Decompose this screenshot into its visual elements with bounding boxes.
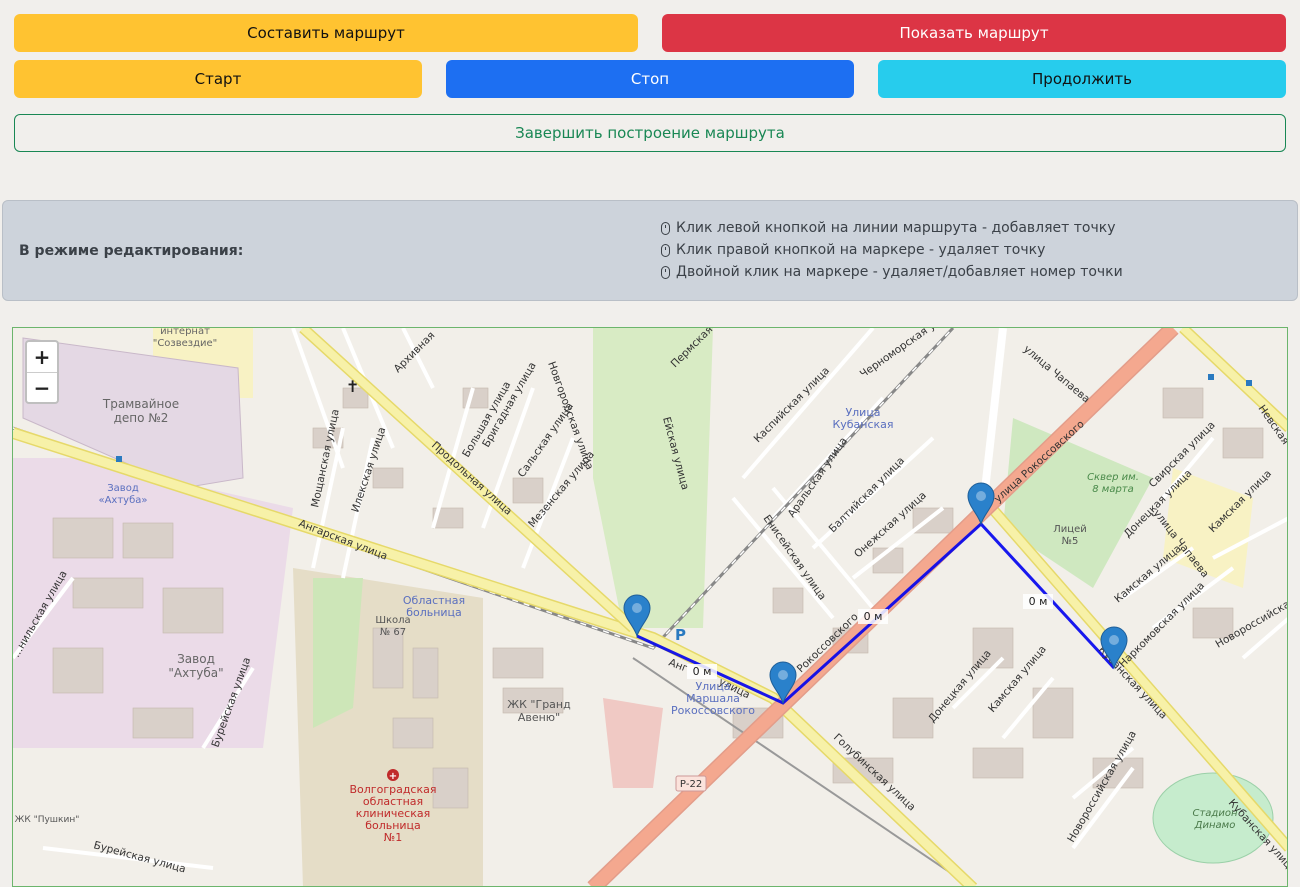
place-label: Трамвайное депо №2 xyxy=(102,397,179,425)
place-label: Областная больница xyxy=(403,594,465,619)
finish-route-button[interactable]: Завершить построение маршрута xyxy=(14,114,1286,152)
segment-distance-label: 0 м xyxy=(1029,595,1048,608)
hint-toggle-number: Двойной клик на маркере - удаляет/добавл… xyxy=(661,264,1123,280)
mouse-icon xyxy=(661,265,670,279)
hint-add-point: Клик левой кнопкой на линии маршрута - д… xyxy=(661,220,1115,236)
hint-text: Двойной клик на маркере - удаляет/добавл… xyxy=(676,264,1123,280)
place-label: Школа № 67 xyxy=(375,615,410,638)
hint-text: Клик левой кнопкой на линии маршрута - д… xyxy=(676,220,1116,236)
continue-button[interactable]: Продолжить xyxy=(878,60,1286,98)
place-label: интернат "Созвездие" xyxy=(153,328,218,349)
tram-stop-icon xyxy=(1246,380,1252,386)
place-label: Сквер им. 8 марта xyxy=(1087,472,1139,495)
place-label: Стадион Динамо xyxy=(1192,808,1237,831)
zoom-in-button[interactable]: + xyxy=(27,342,57,373)
svg-text:+: + xyxy=(389,771,397,782)
tram-stop-icon xyxy=(1208,374,1214,380)
tram-stop-icon xyxy=(116,456,122,462)
route-map[interactable]: Ангарская улица Анг улица Продольная ули… xyxy=(12,327,1288,887)
church-area xyxy=(603,698,663,788)
place-label: ЖК "Пушкин" xyxy=(15,815,80,825)
zoom-control: + − xyxy=(25,340,59,404)
stop-button[interactable]: Стоп xyxy=(446,60,854,98)
segment-distance-label: 0 м xyxy=(864,610,883,623)
hint-text: Клик правой кнопкой на маркере - удаляет… xyxy=(676,242,1046,258)
parking-icon: P xyxy=(675,626,686,644)
build-route-button[interactable]: Составить маршрут xyxy=(14,14,638,52)
show-route-button[interactable]: Показать маршрут xyxy=(662,14,1286,52)
mouse-icon xyxy=(661,243,670,257)
map-tiles[interactable]: Ангарская улица Анг улица Продольная ули… xyxy=(13,328,1288,887)
hint-delete-point: Клик правой кнопкой на маркере - удаляет… xyxy=(661,242,1045,258)
edit-mode-info-panel: В режиме редактирования: Клик левой кноп… xyxy=(2,200,1298,301)
segment-distance-label: 0 м xyxy=(693,665,712,678)
start-button[interactable]: Старт xyxy=(14,60,422,98)
church-icon: ✝ xyxy=(346,377,359,396)
mouse-icon xyxy=(661,221,670,235)
road-ref-label: Р-22 xyxy=(680,779,702,790)
zoom-out-button[interactable]: − xyxy=(27,373,57,403)
edit-mode-title: В режиме редактирования: xyxy=(19,243,244,259)
